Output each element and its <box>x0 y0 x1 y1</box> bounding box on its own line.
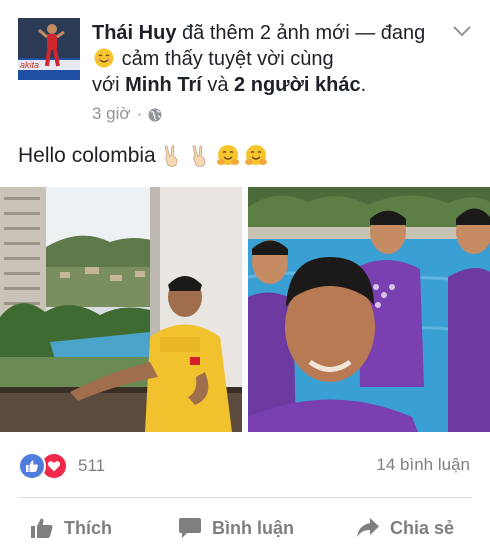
post-message: Hello colombia <box>18 144 268 168</box>
hugging-face-icon <box>244 144 268 168</box>
period: . <box>360 74 367 96</box>
tagged-person-link[interactable]: Minh Trí <box>125 74 202 96</box>
hugging-face-icon <box>216 144 240 168</box>
others-link[interactable]: 2 người khác <box>234 74 361 96</box>
like-button[interactable]: Thích <box>30 510 112 546</box>
with-prefix: với <box>92 74 120 96</box>
feeling-text: cảm thấy tuyệt vời cùng <box>121 48 334 70</box>
message-text: Hello colombia <box>18 144 156 167</box>
post-meta: 3 giờ · <box>92 104 162 124</box>
post-header: Thái Huy đã thêm 2 ảnh mới — đang cảm th… <box>92 20 437 98</box>
post-time[interactable]: 3 giờ <box>92 104 131 124</box>
feeling-prefix: đang <box>380 22 426 44</box>
comment-bubble-icon <box>178 517 202 539</box>
share-label: Chia sẻ <box>390 517 455 538</box>
comment-label: Bình luận <box>212 517 294 538</box>
meta-separator: · <box>136 104 143 123</box>
like-label: Thích <box>64 517 112 538</box>
globe-icon[interactable] <box>148 107 162 122</box>
divider <box>18 497 472 498</box>
share-arrow-icon <box>356 517 380 539</box>
reactions-summary[interactable]: 511 <box>18 452 105 480</box>
photo-hotel-balcony[interactable] <box>0 187 242 432</box>
like-reaction-icon <box>18 452 46 480</box>
victory-hand-icon <box>160 144 184 168</box>
share-button[interactable]: Chia sẻ <box>356 510 454 546</box>
author-name[interactable]: Thái Huy <box>92 22 176 44</box>
svg-text:akita: akita <box>20 60 39 70</box>
smiling-face-icon <box>94 48 114 68</box>
comments-count[interactable]: 14 bình luận <box>376 455 470 475</box>
victory-hand-icon <box>188 144 212 168</box>
reactions-count: 511 <box>78 456 106 475</box>
thumbs-up-icon <box>30 517 54 539</box>
feed-post: akita Thái Huy đã thêm 2 ảnh mới — đang … <box>0 0 490 558</box>
and-text: và <box>207 74 229 96</box>
photo-pool-selfie[interactable] <box>248 187 490 432</box>
comment-button[interactable]: Bình luận <box>178 510 294 546</box>
post-options-chevron-down-icon[interactable] <box>452 24 472 38</box>
author-avatar[interactable]: akita <box>18 18 80 80</box>
action-text: đã thêm 2 ảnh mới — <box>182 22 376 44</box>
